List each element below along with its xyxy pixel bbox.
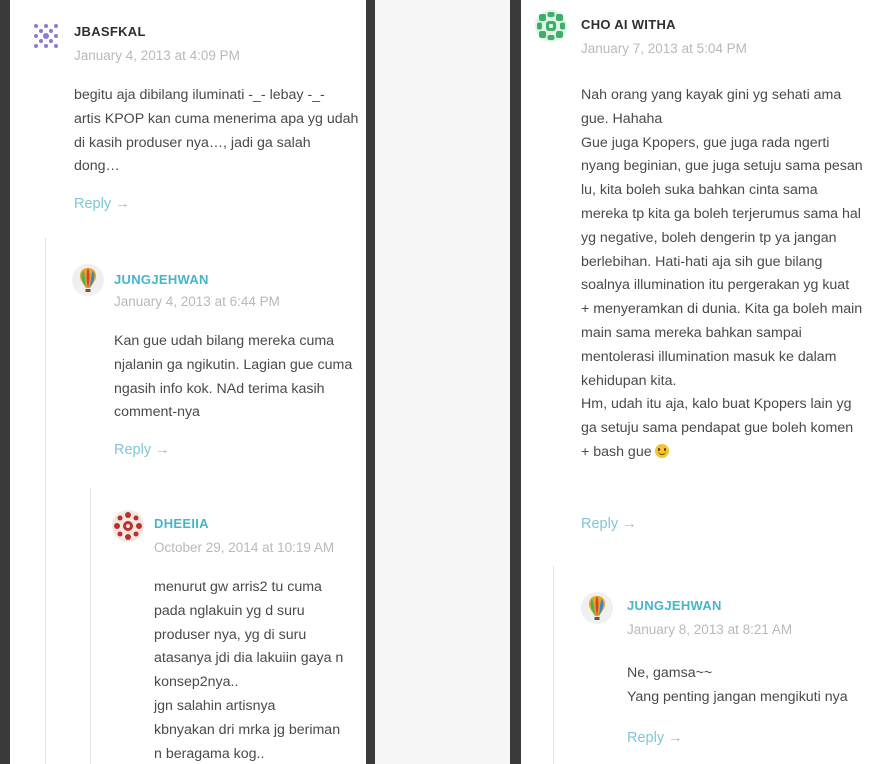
comment-cho-ai-witha: CHO AI WITHA January 7, 2013 at 5:04 PM … <box>535 10 887 550</box>
hot-air-balloon-avatar <box>72 264 104 296</box>
comment-jungjehwan-reply: JUNGJEHWAN January 8, 2013 at 8:21 AM Ne… <box>581 592 887 762</box>
reply-link[interactable]: Reply → <box>627 730 683 746</box>
comment-line: lu, kita boleh suka bahkan cinta sama <box>581 182 818 199</box>
comment-line: di kasih produser nya…, jadi ga salah <box>74 134 311 151</box>
right-frame-edge <box>510 0 521 764</box>
thread-indent-line <box>90 488 91 764</box>
comment-date[interactable]: January 4, 2013 at 6:44 PM <box>114 294 280 309</box>
green-pattern-identicon <box>535 10 567 42</box>
comment-line: Yang penting jangan mengikuti nya <box>627 688 848 705</box>
comment-line: + menyeramkan di dunia. Kita ga boleh ma… <box>581 301 863 318</box>
comment-line: comment-nya <box>114 404 200 421</box>
comment-line: konsep2nya.. <box>154 674 239 691</box>
left-frame-edge <box>0 0 10 764</box>
comment-line: artis KPOP kan cuma menerima apa yg udah <box>74 110 359 127</box>
comment-date[interactable]: January 4, 2013 at 4:09 PM <box>74 48 240 63</box>
comment-line: njalanin ga ngikutin. Lagian gue cuma <box>114 356 353 373</box>
thread-indent-line <box>45 238 46 764</box>
comment-line: jgn salahin artisnya <box>154 697 276 714</box>
comment-line: berlebihan. Hati-hati aja sih gue bilang <box>581 253 823 270</box>
thread-indent-line <box>553 566 554 764</box>
comment-body: menurut gw arris2 tu cuma pada nglakuin … <box>154 576 364 764</box>
comment-body: Kan gue udah bilang mereka cuma njalanin… <box>114 330 366 425</box>
purple-dots-identicon <box>30 20 62 52</box>
comment-author[interactable]: JBASFKAL <box>74 24 146 39</box>
comment-line: atasanya jdi dia lakuiin gaya n <box>154 650 344 667</box>
comment-line: Nah orang yang kayak gini yg sehati ama <box>581 87 842 103</box>
comment-line: Ne, gamsa~~ <box>627 665 713 681</box>
comment-line: main sama mereka bahkan sampai <box>581 324 802 341</box>
comment-line: Gue juga Kpopers, gue juga rada ngerti <box>581 134 830 151</box>
red-pattern-identicon <box>112 510 144 542</box>
reply-link[interactable]: Reply → <box>114 442 170 458</box>
reply-link[interactable]: Reply → <box>74 196 130 212</box>
left-comment-panel: JBASFKAL January 4, 2013 at 4:09 PM begi… <box>10 0 366 764</box>
comment-date[interactable]: January 8, 2013 at 8:21 AM <box>627 622 792 637</box>
comment-line: nyang beginian, gue juga setuju sama pes… <box>581 158 863 175</box>
comment-dheeiia: DHEEIIA October 29, 2014 at 10:19 AM men… <box>112 510 362 764</box>
comment-line: dong… <box>74 158 120 175</box>
comment-jbasfkal: JBASFKAL January 4, 2013 at 4:09 PM begi… <box>30 20 360 220</box>
comment-author[interactable]: CHO AI WITHA <box>581 17 676 32</box>
comment-line: begitu aja dibilang iluminati -_- lebay … <box>74 87 325 103</box>
comment-line: pada nglakuin yg d suru <box>154 602 305 619</box>
comment-line: n beragama kog.. <box>154 745 265 762</box>
comment-line: ngasih info kok. NAd terima kasih <box>114 380 325 397</box>
comment-jungjehwan: JUNGJEHWAN January 4, 2013 at 6:44 PM Ka… <box>72 264 362 464</box>
comment-body: Nah orang yang kayak gini yg sehati ama … <box>581 84 889 465</box>
comment-line: menurut gw arris2 tu cuma <box>154 579 322 595</box>
comment-line: kbnyakan dri mrka jg beriman <box>154 721 341 738</box>
comment-line: mentolerasi illumination masuk ke dalam <box>581 348 837 365</box>
comment-author[interactable]: JUNGJEHWAN <box>627 598 722 613</box>
comment-line: Kan gue udah bilang mereka cuma <box>114 333 335 349</box>
comment-date[interactable]: January 7, 2013 at 5:04 PM <box>581 41 747 56</box>
reply-link[interactable]: Reply → <box>581 516 637 532</box>
left-frame-edge-right <box>366 0 375 764</box>
comment-line: soalnya illumination itu pergerakan yg k… <box>581 277 850 294</box>
right-comment-panel: CHO AI WITHA January 7, 2013 at 5:04 PM … <box>521 0 889 764</box>
comment-body: begitu aja dibilang iluminati -_- lebay … <box>74 84 364 179</box>
smiley-emoji-icon <box>654 443 669 458</box>
comment-line: kehidupan kita. <box>581 372 677 389</box>
comment-line: Hm, udah itu aja, kalo buat Kpopers lain… <box>581 396 852 413</box>
comment-line: yg negative, boleh dengerin tp ya jangan <box>581 229 837 246</box>
comment-line: mereka tp kita ga boleh terjerumus sama … <box>581 205 861 222</box>
comment-line-text: + bash gue <box>581 443 652 460</box>
comment-author[interactable]: JUNGJEHWAN <box>114 272 209 287</box>
comment-line: produser nya, yg di suru <box>154 626 307 643</box>
comment-body: Ne, gamsa~~ Yang penting jangan mengikut… <box>627 662 887 710</box>
comment-date[interactable]: October 29, 2014 at 10:19 AM <box>154 540 334 555</box>
comment-line: + bash gue <box>581 441 889 465</box>
comment-author[interactable]: DHEEIIA <box>154 516 209 531</box>
comment-line: gue. Hahaha <box>581 110 663 127</box>
hot-air-balloon-avatar <box>581 592 613 624</box>
comment-line: ga setuju sama pendapat gue boleh komen <box>581 420 854 437</box>
